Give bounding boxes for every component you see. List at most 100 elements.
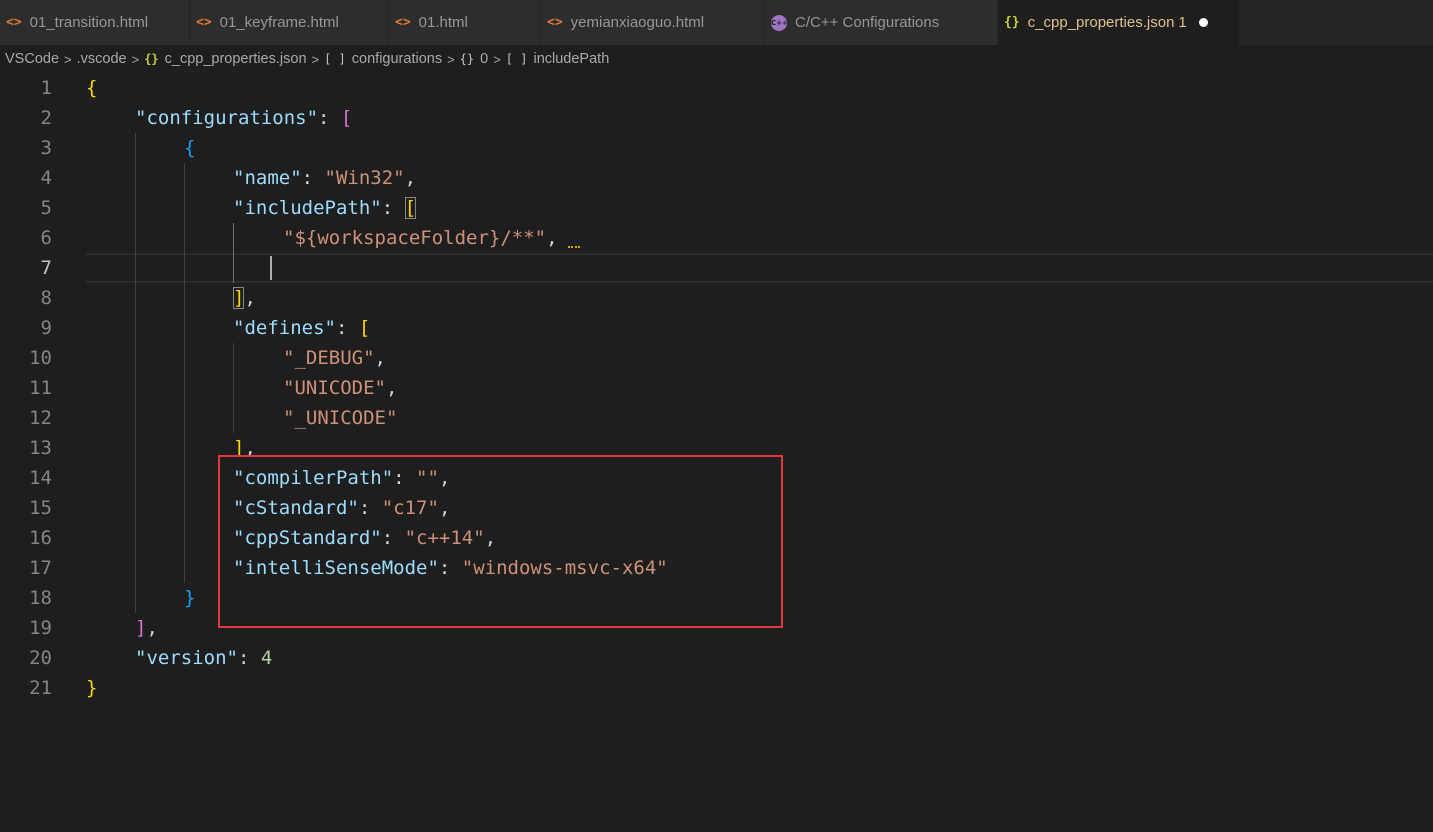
code-line[interactable]: 1 { — [0, 73, 1433, 103]
line-number: 16 — [29, 527, 52, 549]
open-bracket: [ — [358, 317, 371, 339]
close-brace: } — [86, 677, 98, 699]
colon: : — [318, 107, 341, 129]
json-string: "${workspaceFolder}/**" — [283, 227, 547, 249]
breadcrumb-dot-vscode-folder[interactable]: .vscode — [77, 51, 127, 67]
tab-label: 01.html — [418, 14, 468, 31]
breadcrumb: VSCode > .vscode > {} c_cpp_properties.j… — [0, 45, 1433, 73]
json-string: "Win32" — [324, 167, 405, 189]
code-line[interactable]: 12 "_UNICODE" — [0, 403, 1433, 433]
json-string: "UNICODE" — [283, 377, 386, 399]
comma: , — [374, 347, 386, 369]
cpp-extension-icon: C++ — [771, 14, 788, 31]
comma: , — [546, 227, 558, 249]
code-line[interactable]: 5 "includePath": [ — [0, 193, 1433, 223]
annotation-highlight-box — [218, 455, 783, 628]
breadcrumb-configurations[interactable]: configurations — [352, 51, 442, 67]
tab-yemianxiaoguo-html[interactable]: <> yemianxiaoguo.html — [541, 0, 765, 45]
tab-label: yemianxiaoguo.html — [570, 14, 705, 31]
open-bracket: [ — [340, 107, 353, 129]
line-number: 19 — [29, 617, 52, 639]
comma: , — [146, 617, 158, 639]
colon: : — [381, 197, 405, 219]
code-line[interactable]: 6 "${workspaceFolder}/**", — [0, 223, 1433, 253]
json-file-icon: {} — [1004, 15, 1020, 30]
array-symbol-icon: [ ] — [505, 52, 528, 66]
code-line[interactable]: 20 "version": 4 — [0, 643, 1433, 673]
json-number: 4 — [260, 647, 273, 669]
line-number: 2 — [40, 107, 52, 129]
tab-01-keyframe-html[interactable]: <> 01_keyframe.html — [190, 0, 389, 45]
code-editor[interactable]: 1 { 2 "configurations": [ 3 { 4 "name": … — [0, 73, 1433, 832]
tab-label: 01_transition.html — [29, 14, 149, 31]
line-number: 4 — [40, 167, 52, 189]
open-brace: { — [86, 77, 98, 99]
line-number: 14 — [29, 467, 52, 489]
html-file-icon: <> — [196, 15, 212, 30]
problem-count-badge: 1 — [1178, 14, 1187, 31]
tab-01-transition-html[interactable]: <> 01_transition.html — [0, 0, 190, 45]
html-file-icon: <> — [395, 15, 411, 30]
code-line[interactable]: 9 "defines": [ — [0, 313, 1433, 343]
code-line-current[interactable]: 7 — [0, 253, 1433, 283]
tab-label: 01_keyframe.html — [219, 14, 339, 31]
line-number: 13 — [29, 437, 52, 459]
unsaved-dot-icon[interactable] — [1198, 18, 1208, 27]
line-number: 5 — [40, 197, 52, 219]
line-number: 15 — [29, 497, 52, 519]
json-string: "_DEBUG" — [283, 347, 375, 369]
warning-squiggle[interactable] — [568, 243, 580, 248]
line-number: 3 — [40, 137, 52, 159]
tab-01-html[interactable]: <> 01.html — [389, 0, 541, 45]
breadcrumb-file[interactable]: c_cpp_properties.json — [165, 51, 307, 67]
line-number: 20 — [29, 647, 52, 669]
code-line[interactable]: 21 } — [0, 673, 1433, 703]
object-symbol-icon: {} — [459, 52, 475, 66]
chevron-right-icon: > — [493, 51, 501, 67]
editor-tab-bar: <> 01_transition.html <> 01_keyframe.htm… — [0, 0, 1433, 45]
html-file-icon: <> — [547, 15, 563, 30]
comma: , — [404, 167, 417, 189]
chevron-right-icon: > — [64, 51, 72, 67]
tab-label: c_cpp_properties.json — [1027, 14, 1175, 31]
line-number: 1 — [40, 77, 52, 99]
line-number: 8 — [40, 287, 52, 309]
json-key: "includePath" — [233, 197, 382, 219]
comma: , — [385, 377, 398, 399]
breadcrumb-vscode-folder[interactable]: VSCode — [5, 51, 59, 67]
html-file-icon: <> — [6, 15, 22, 30]
line-number: 12 — [29, 407, 52, 429]
colon: : — [301, 167, 325, 189]
code-line[interactable]: 10 "_DEBUG", — [0, 343, 1433, 373]
line-number: 17 — [29, 557, 52, 579]
breadcrumb-includepath[interactable]: includePath — [533, 51, 609, 67]
chevron-right-icon: > — [447, 51, 455, 67]
code-line[interactable]: 4 "name": "Win32", — [0, 163, 1433, 193]
line-number: 9 — [40, 317, 52, 339]
json-key: "version" — [135, 647, 238, 669]
colon: : — [237, 647, 261, 669]
text-cursor — [270, 256, 272, 280]
line-number: 21 — [29, 677, 52, 699]
chevron-right-icon: > — [131, 51, 140, 67]
breadcrumb-index-0[interactable]: 0 — [480, 51, 488, 67]
line-number: 7 — [40, 257, 52, 279]
json-key: "defines" — [233, 317, 336, 339]
json-key: "name" — [233, 167, 302, 189]
line-number: 6 — [40, 227, 52, 249]
tab-cpp-configurations[interactable]: C++ C/C++ Configurations — [765, 0, 998, 45]
matched-bracket: ] — [233, 287, 245, 309]
json-key: "configurations" — [135, 107, 319, 129]
code-line[interactable]: 8 ], — [0, 283, 1433, 313]
line-number: 11 — [29, 377, 52, 399]
code-line[interactable]: 3 { — [0, 133, 1433, 163]
json-string: "_UNICODE" — [283, 407, 398, 429]
chevron-right-icon: > — [311, 51, 320, 67]
code-line[interactable]: 2 "configurations": [ — [0, 103, 1433, 133]
matched-bracket: [ — [404, 197, 417, 219]
code-line[interactable]: 11 "UNICODE", — [0, 373, 1433, 403]
tab-c-cpp-properties-json[interactable]: {} c_cpp_properties.json 1 — [998, 0, 1240, 45]
open-brace: { — [184, 137, 196, 159]
close-bracket: ] — [135, 617, 147, 639]
close-brace: } — [184, 587, 196, 609]
